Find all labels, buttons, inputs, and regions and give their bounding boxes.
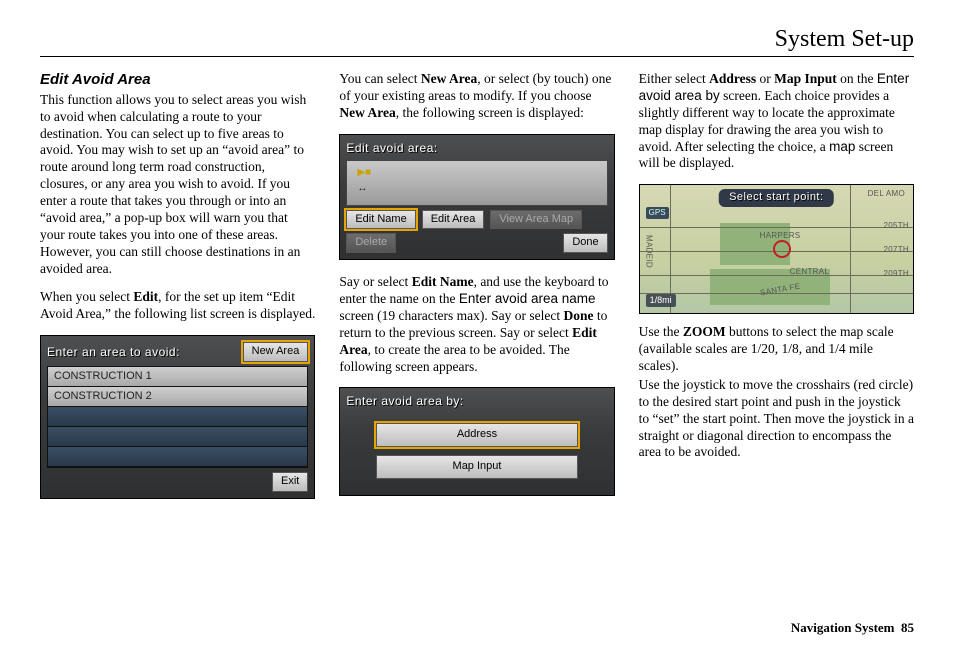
bold-term: Edit (133, 289, 158, 304)
page-title: System Set-up (40, 24, 914, 57)
edit-area-button[interactable]: Edit Area (422, 210, 485, 230)
column-1: Edit Avoid Area This function allows you… (40, 71, 315, 513)
body-text: Use the joystick to move the crosshairs … (639, 377, 914, 461)
text: on the (837, 71, 877, 86)
avoid-area-list: CONSTRUCTION 1 CONSTRUCTION 2 (47, 366, 308, 468)
map-title: Select start point: (719, 189, 834, 207)
bold-term: New Area (339, 105, 395, 120)
body-text: This function allows you to select areas… (40, 92, 315, 278)
text: Say or select (339, 274, 411, 289)
bold-term: Done (563, 308, 593, 323)
exit-button[interactable]: Exit (272, 472, 308, 492)
bold-term: Address (709, 71, 756, 86)
map-road-label: CENTRAL (790, 267, 829, 277)
bold-term: Edit Name (412, 274, 474, 289)
body-text: When you select Edit, for the set up ite… (40, 289, 315, 323)
body-text: Say or select Edit Name, and use the key… (339, 274, 614, 375)
map-road-label: 207TH (883, 245, 909, 255)
device-screenshot-enter-by: Enter avoid area by: Address Map Input (339, 387, 614, 496)
resize-icon: ↔ (357, 183, 367, 196)
body-text: Either select Address or Map Input on th… (639, 71, 914, 172)
column-2: You can select New Area, or select (by t… (339, 71, 614, 513)
bold-term: ZOOM (683, 324, 726, 339)
text: Either select (639, 71, 709, 86)
done-button[interactable]: Done (563, 233, 607, 253)
text: or (756, 71, 774, 86)
map-road-label: DEL AMO (868, 189, 905, 199)
list-item[interactable] (48, 447, 307, 467)
map-road-label: 205TH (883, 221, 909, 231)
map-road-label: MADEID (644, 235, 654, 268)
gps-badge: GPS (646, 207, 669, 219)
ui-term: Enter avoid area name (459, 291, 596, 306)
list-item[interactable] (48, 427, 307, 447)
map-scale: 1/8mi (646, 294, 676, 307)
delete-button: Delete (346, 233, 396, 253)
edit-name-button[interactable]: Edit Name (346, 210, 415, 230)
address-button[interactable]: Address (376, 423, 577, 447)
map-input-button[interactable]: Map Input (376, 455, 577, 479)
text: Use the (639, 324, 683, 339)
map-road-label: 209TH (883, 269, 909, 279)
device-title: Edit avoid area: (346, 141, 607, 156)
text: , to create the area to be avoided. The … (339, 342, 569, 374)
bold-term: Map Input (774, 71, 837, 86)
page-number: 85 (901, 620, 914, 635)
page-footer: Navigation System 85 (791, 620, 914, 636)
map-screenshot: Select start point: GPS DEL AMO HARPERS … (639, 184, 914, 314)
cursor-icon: ▶■ (357, 167, 371, 180)
body-text: You can select New Area, or select (by t… (339, 71, 614, 122)
section-heading: Edit Avoid Area (40, 71, 315, 90)
list-item[interactable]: CONSTRUCTION 1 (48, 367, 307, 387)
text: , the following screen is displayed: (396, 105, 584, 120)
device-screenshot-enter-area: Enter an area to avoid: New Area CONSTRU… (40, 335, 315, 499)
preview-area: ▶■ ↔ (346, 160, 607, 206)
text: screen (19 characters max). Say or selec… (339, 308, 563, 323)
device-screenshot-edit-avoid: Edit avoid area: ▶■ ↔ Edit Name Edit Are… (339, 134, 614, 261)
device-title: Enter avoid area by: (346, 394, 607, 409)
new-area-button[interactable]: New Area (243, 342, 309, 362)
view-area-map-button: View Area Map (490, 210, 582, 230)
ui-term: map (829, 139, 855, 154)
crosshair-icon (773, 240, 791, 258)
list-item[interactable] (48, 407, 307, 427)
content-columns: Edit Avoid Area This function allows you… (40, 71, 914, 513)
bold-term: New Area (421, 71, 477, 86)
text: When you select (40, 289, 133, 304)
body-text: Use the ZOOM buttons to select the map s… (639, 324, 914, 375)
list-item[interactable]: CONSTRUCTION 2 (48, 387, 307, 407)
text: You can select (339, 71, 421, 86)
column-3: Either select Address or Map Input on th… (639, 71, 914, 513)
device-title: Enter an area to avoid: (47, 345, 237, 360)
footer-label: Navigation System (791, 620, 895, 635)
